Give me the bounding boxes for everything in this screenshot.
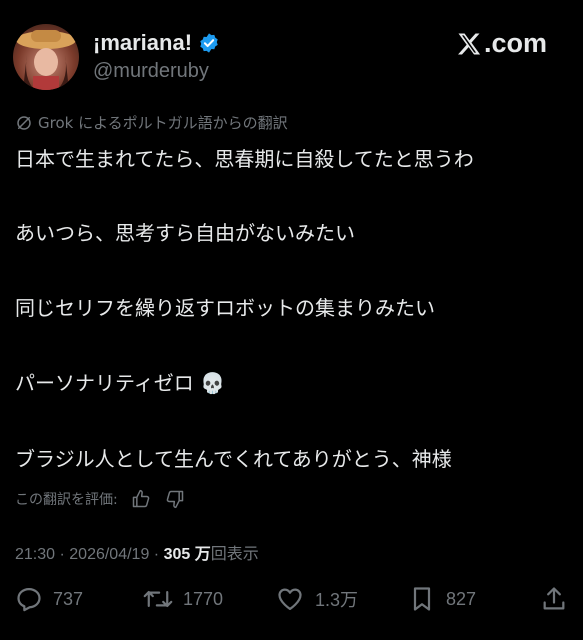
verified-badge-icon [200, 33, 218, 53]
tweet-line: 日本で生まれてたら、思春期に自殺してたと思うわ [15, 147, 474, 171]
author-name[interactable]: ¡mariana! [93, 30, 192, 56]
rate-translation-label: この翻訳を評価: [15, 492, 118, 508]
reply-icon [17, 587, 41, 612]
bookmark-button[interactable]: 827 [408, 585, 476, 613]
share-icon [543, 587, 565, 610]
brand-text: .com [484, 28, 548, 58]
views-label: 回表示 [210, 546, 259, 563]
bookmark-count: 827 [446, 588, 477, 609]
like-button[interactable]: 1.3万 [275, 585, 358, 613]
heart-icon [278, 588, 302, 611]
rate-translation: この翻訳を評価: [15, 488, 186, 510]
thumbs-up-button[interactable] [130, 488, 152, 510]
brand-watermark: .com [455, 28, 547, 59]
tweet-line: ブラジル人として生んでくれてありがとう、神様 [15, 447, 452, 471]
action-bar: 737 1770 1.3万 827 [0, 585, 583, 621]
tweet-line: 同じセリフを繰り返すロボットの集まりみたい [15, 296, 435, 320]
translation-note[interactable]: Grok によるポルトガル語からの翻訳 [15, 112, 288, 133]
retweet-count: 1770 [183, 588, 224, 609]
tweet-header: ¡mariana! @murderuby .com [0, 0, 583, 110]
tweet-line: パーソナリティゼロ 💀 [15, 371, 226, 395]
meta-separator: · [149, 546, 164, 563]
thumbs-down-icon [166, 490, 183, 509]
share-button[interactable] [540, 585, 578, 613]
tweet-line: あいつら、思考すら自由がないみたい [15, 221, 355, 245]
views-count: 305 万 [163, 546, 211, 563]
retweet-icon [143, 590, 173, 608]
x-logo-icon [458, 33, 481, 54]
author-handle[interactable]: @murderuby [93, 60, 209, 83]
thumbs-up-icon [132, 489, 150, 508]
avatar[interactable] [13, 24, 79, 90]
avatar-image [16, 30, 76, 90]
bookmark-icon [413, 587, 431, 611]
like-count: 1.3万 [315, 590, 359, 610]
tweet-date[interactable]: 2026/04/19 [69, 546, 149, 563]
reply-button[interactable]: 737 [15, 585, 83, 613]
thumbs-down-button[interactable] [164, 488, 186, 510]
retweet-button[interactable]: 1770 [143, 585, 223, 613]
translation-note-text: Grok によるポルトガル語からの翻訳 [38, 114, 288, 132]
tweet-meta: 21:30 · 2026/04/19 · 305 万回表示 [15, 540, 259, 564]
reply-count: 737 [53, 588, 84, 609]
tweet-time[interactable]: 21:30 [15, 546, 55, 563]
grok-icon [17, 115, 31, 130]
meta-separator: · [55, 546, 70, 563]
